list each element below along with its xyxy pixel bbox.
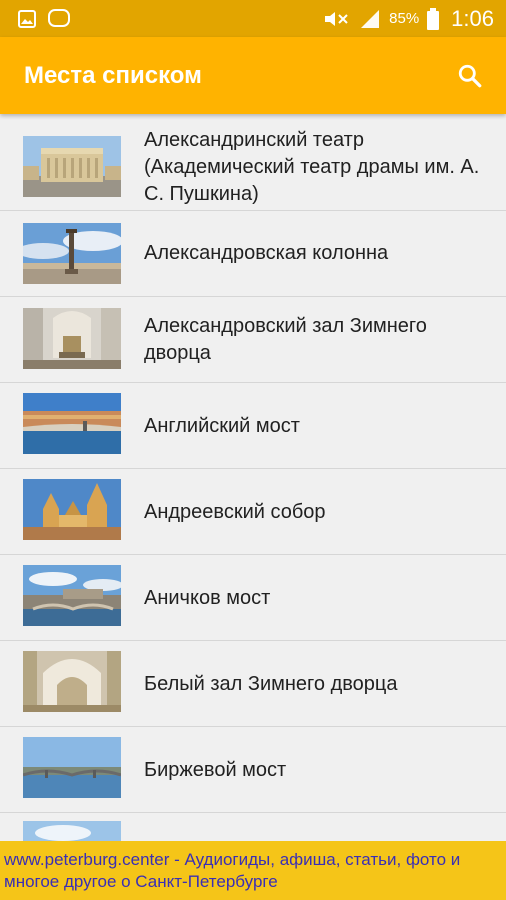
list-item[interactable]: Александровский зал Зимнего дворца [0, 297, 506, 383]
place-name: Андреевский собор [144, 501, 326, 523]
list-item[interactable]: Аничков мост [0, 555, 506, 641]
list-item[interactable]: Александровская колонна [0, 211, 506, 297]
places-list[interactable]: Александринский театр (Академический теа… [0, 117, 506, 841]
place-name: Александровский зал Зимнего дворца [144, 315, 427, 364]
place-thumbnail [23, 223, 121, 284]
footer-banner[interactable]: www.peterburg.center - Аудиогиды, афиша,… [0, 841, 506, 900]
page-title: Места списком [24, 61, 202, 89]
place-thumbnail [23, 651, 121, 712]
battery-icon [427, 7, 440, 30]
signal-icon [359, 9, 381, 29]
place-thumbnail [23, 308, 121, 369]
place-name: Английский мост [144, 415, 300, 437]
gallery-notification-icon [18, 9, 36, 28]
list-item[interactable]: Андреевский собор [0, 469, 506, 555]
place-thumbnail [23, 393, 121, 454]
list-item[interactable] [0, 813, 506, 841]
app-bar: Места списком [0, 37, 506, 114]
message-notification-icon [48, 8, 70, 29]
place-name: Александровская колонна [144, 242, 389, 264]
place-name: Биржевой мост [144, 759, 287, 781]
clock: 1:06 [451, 5, 494, 31]
place-thumbnail [23, 479, 121, 540]
place-name: Аничков мост [144, 587, 271, 609]
place-name: Белый зал Зимнего дворца [144, 673, 398, 695]
list-item[interactable]: Биржевой мост [0, 727, 506, 813]
list-item[interactable]: Английский мост [0, 383, 506, 469]
place-thumbnail [23, 737, 121, 798]
place-thumbnail [23, 821, 121, 841]
list-item[interactable]: Александринский театр (Академический теа… [0, 117, 506, 211]
list-item[interactable]: Белый зал Зимнего дворца [0, 641, 506, 727]
battery-percent: 85% [389, 10, 420, 27]
place-name: Александринский театр (Академический теа… [144, 129, 480, 205]
search-icon [458, 64, 482, 87]
status-bar: 85% 1:06 [0, 0, 506, 37]
footer-text: www.peterburg.center - Аудиогиды, афиша,… [4, 850, 461, 891]
place-thumbnail [23, 565, 121, 626]
place-thumbnail [23, 136, 121, 197]
status-right: 85% 1:06 [321, 6, 494, 32]
search-button[interactable] [454, 60, 486, 92]
mute-icon [321, 9, 351, 29]
status-left [18, 8, 70, 29]
